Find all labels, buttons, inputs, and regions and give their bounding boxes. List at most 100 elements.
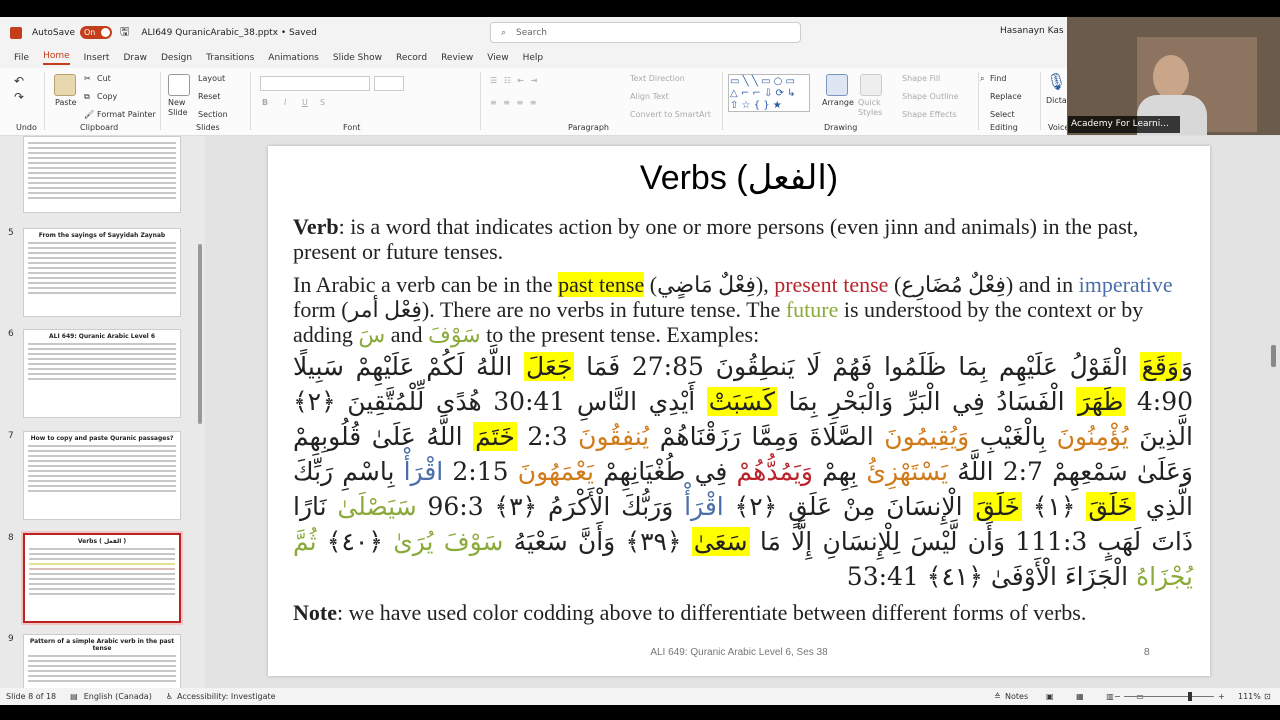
arabic-run: بِالْغَيْبِ bbox=[969, 422, 1057, 451]
arabic-run: الْقَوْلُ عَلَيْهِم بِمَا ظَلَمُوا فَهُم… bbox=[574, 352, 1140, 381]
zoom-slider[interactable] bbox=[1124, 696, 1214, 697]
redo-icon[interactable]: ↷ bbox=[14, 90, 24, 104]
text-run: form (فِعْل أمر). There are no verbs in … bbox=[293, 297, 786, 322]
cut-icon[interactable]: ✂ bbox=[84, 74, 91, 83]
thumbnail-title: Verbs ( الفعل ) bbox=[77, 538, 127, 545]
smartart-button[interactable]: Convert to SmartArt bbox=[630, 110, 711, 119]
shape-fill-button[interactable]: Shape Fill bbox=[902, 74, 940, 83]
autosave-toggle[interactable]: On bbox=[80, 26, 112, 39]
slide-canvas[interactable]: Verbs (الفعل) Verb: is a word that indic… bbox=[268, 146, 1210, 676]
font-size-box[interactable] bbox=[374, 76, 404, 91]
notes-icon[interactable]: ≙ bbox=[994, 692, 1001, 701]
paragraph-group-label: Paragraph bbox=[568, 123, 609, 132]
new-slide-icon[interactable] bbox=[168, 74, 190, 96]
select-button[interactable]: Select bbox=[990, 110, 1015, 119]
new-slide-button[interactable]: New Slide bbox=[168, 98, 192, 118]
top-black-bar bbox=[0, 0, 1280, 17]
slide-thumbnail-8-selected[interactable]: Verbs ( الفعل ) bbox=[21, 531, 183, 625]
align-text-button[interactable]: Align Text bbox=[630, 92, 669, 101]
find-icon[interactable]: ⌕ bbox=[980, 74, 984, 84]
search-box[interactable]: ⌕ Search bbox=[490, 22, 801, 43]
align-icons[interactable]: ≡ ≡ ≡ ≡ bbox=[490, 98, 538, 107]
slide-thumbnail-6[interactable]: ALI 649: Quranic Arabic Level 6 bbox=[23, 329, 181, 418]
menu-review[interactable]: Review bbox=[441, 53, 473, 63]
menu-record[interactable]: Record bbox=[396, 53, 427, 63]
font-name-box[interactable] bbox=[260, 76, 370, 91]
slide-thumbnail-5[interactable]: From the sayings of Sayyidah Zaynab bbox=[23, 228, 181, 317]
format-painter-icon[interactable]: 🖌 bbox=[84, 110, 94, 119]
layout-button[interactable]: Layout bbox=[198, 74, 225, 83]
user-name[interactable]: Hasanayn Kas bbox=[1000, 26, 1064, 36]
language-status[interactable]: English (Canada) bbox=[84, 692, 152, 701]
arabic-present-verb: يُنفِقُونَ bbox=[578, 422, 650, 451]
notes-button[interactable]: Notes bbox=[1005, 692, 1028, 701]
sa-prefix: سَ bbox=[358, 322, 386, 347]
thumbnail-scrollbar[interactable] bbox=[197, 136, 203, 688]
underline-icon[interactable]: U bbox=[302, 98, 308, 107]
paste-icon[interactable] bbox=[54, 74, 76, 96]
menu-slide-show[interactable]: Slide Show bbox=[333, 53, 382, 63]
arrange-button[interactable]: Arrange bbox=[822, 98, 854, 107]
find-button[interactable]: Find bbox=[990, 74, 1006, 83]
menu-help[interactable]: Help bbox=[523, 53, 544, 63]
fit-slide-icon[interactable]: ⊡ bbox=[1264, 692, 1271, 701]
document-title[interactable]: ALI649 QuranicArabic_38.pptx • Saved bbox=[141, 28, 316, 38]
zoom-in-icon[interactable]: + bbox=[1218, 692, 1225, 701]
thumbnail-number: 8 bbox=[8, 533, 14, 543]
slide-thumbnail-4[interactable] bbox=[23, 136, 181, 213]
menu-animations[interactable]: Animations bbox=[268, 53, 319, 63]
slide-body[interactable]: Verb: is a word that indicates action by… bbox=[293, 214, 1193, 625]
arabic-run: وَرَبُّكَ الْأَكْرَمُ ﴿٣﴾ 96:3 bbox=[416, 492, 685, 521]
text-run: (فِعْلٌ مَاضٍي), bbox=[644, 272, 775, 297]
format-painter-button[interactable]: Format Painter bbox=[97, 110, 156, 119]
quick-styles-button[interactable]: Quick Styles bbox=[858, 98, 888, 118]
slide-title[interactable]: Verbs (الفعل) bbox=[268, 158, 1210, 198]
scrollbar-thumb[interactable] bbox=[198, 244, 202, 424]
strikethrough-icon[interactable]: S bbox=[320, 98, 325, 107]
microphone-icon[interactable]: 🎙 bbox=[1046, 72, 1066, 91]
arabic-present-verb: وَيَمُدُّهُمْ bbox=[736, 457, 813, 486]
text-direction-button[interactable]: Text Direction bbox=[630, 74, 685, 83]
quick-styles-icon[interactable] bbox=[860, 74, 882, 96]
cut-button[interactable]: Cut bbox=[97, 74, 111, 83]
zoom-out-icon[interactable]: − bbox=[1114, 692, 1121, 701]
slide-thumbnail-9[interactable]: Pattern of a simple Arabic verb in the p… bbox=[23, 634, 181, 690]
menu-home[interactable]: Home bbox=[43, 51, 70, 65]
accessibility-status[interactable]: Accessibility: Investigate bbox=[177, 692, 276, 701]
drawing-group-label: Drawing bbox=[824, 123, 858, 132]
save-icon[interactable]: 🖫 bbox=[120, 23, 129, 42]
arrange-icon[interactable] bbox=[826, 74, 848, 96]
shape-effects-button[interactable]: Shape Effects bbox=[902, 110, 957, 119]
arabic-past-verb: خَتَمَ bbox=[473, 422, 517, 451]
shape-outline-button[interactable]: Shape Outline bbox=[902, 92, 959, 101]
menu-file[interactable]: File bbox=[14, 53, 29, 63]
arabic-past-verb: سَعَىٰ bbox=[691, 527, 750, 556]
zoom-level[interactable]: 111% bbox=[1238, 692, 1261, 701]
menu-draw[interactable]: Draw bbox=[123, 53, 147, 63]
slide-thumbnail-7[interactable]: How to copy and paste Quranic passages? bbox=[23, 431, 181, 520]
menu-insert[interactable]: Insert bbox=[84, 53, 110, 63]
arabic-run: بِهِمْ bbox=[812, 457, 867, 486]
menu-design[interactable]: Design bbox=[161, 53, 192, 63]
menu-transitions[interactable]: Transitions bbox=[206, 53, 254, 63]
replace-button[interactable]: Replace bbox=[990, 92, 1022, 101]
divider bbox=[480, 72, 481, 130]
shapes-gallery[interactable]: ▭ ╲ ╲ ▭ ○ ▭ △ ⌐ ⌐ ⇩ ⟳ ↳ ⇧ ☆ { } ★ bbox=[728, 74, 810, 112]
list-icons[interactable]: ☰ ☷ ⇤ ⇥ bbox=[490, 76, 539, 85]
future-text: future bbox=[785, 297, 839, 322]
copy-icon[interactable]: ⧉ bbox=[84, 92, 90, 102]
arabic-run: الْإِنسَانَ مِنْ عَلَقٍ ﴿٢﴾ bbox=[723, 492, 974, 521]
spellcheck-icon[interactable]: ▤ bbox=[70, 692, 78, 701]
copy-button[interactable]: Copy bbox=[97, 92, 117, 101]
reset-button[interactable]: Reset bbox=[198, 92, 220, 101]
accessibility-icon[interactable]: ♿ bbox=[166, 692, 173, 701]
zoom-slider-thumb[interactable] bbox=[1188, 692, 1192, 701]
bold-icon[interactable]: B bbox=[262, 98, 268, 107]
paste-button[interactable]: Paste bbox=[55, 98, 77, 107]
undo-icon[interactable]: ↶ bbox=[14, 74, 24, 88]
italic-icon[interactable]: I bbox=[284, 98, 286, 107]
section-button[interactable]: Section bbox=[198, 110, 228, 119]
arabic-past-verb: جَعَلَ bbox=[523, 352, 575, 381]
editor-scrollbar-thumb[interactable] bbox=[1271, 345, 1276, 367]
menu-view[interactable]: View bbox=[487, 53, 508, 63]
